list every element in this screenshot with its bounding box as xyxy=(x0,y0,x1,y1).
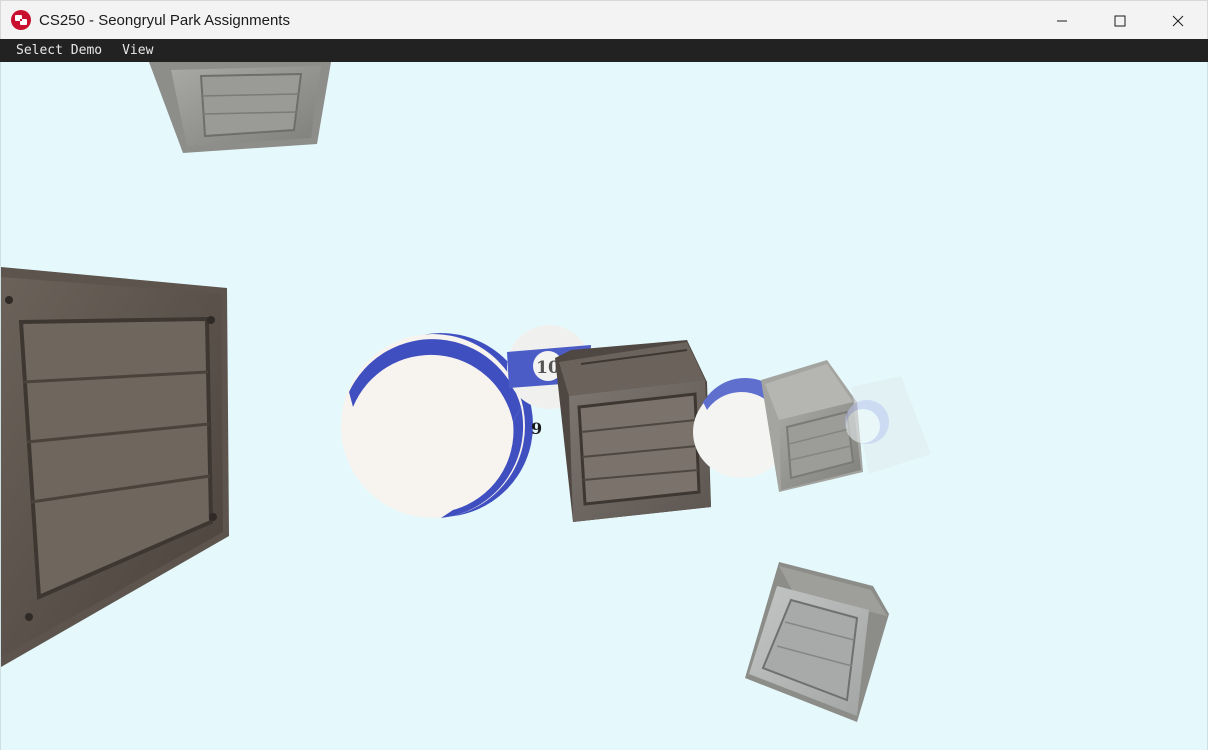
menu-view[interactable]: View xyxy=(114,39,161,62)
app-logo-icon xyxy=(11,10,31,30)
3d-scene: 9 10 xyxy=(1,62,931,722)
menu-select-demo[interactable]: Select Demo xyxy=(8,39,110,62)
crate-bottom xyxy=(745,562,889,722)
crate-large-left xyxy=(1,267,229,667)
minimize-icon xyxy=(1057,20,1067,21)
window-title: CS250 - Seongryul Park Assignments xyxy=(39,11,290,29)
maximize-button[interactable] xyxy=(1091,1,1149,40)
close-icon xyxy=(1172,15,1184,26)
minimize-button[interactable] xyxy=(1033,1,1091,40)
title-bar[interactable]: CS250 - Seongryul Park Assignments xyxy=(0,0,1208,39)
ball-9-number: 9 xyxy=(531,419,542,438)
close-button[interactable] xyxy=(1149,1,1207,40)
render-viewport[interactable]: 9 10 xyxy=(0,62,1208,750)
maximize-icon xyxy=(1114,15,1126,26)
crate-top xyxy=(149,62,331,153)
menu-bar: Select Demo View xyxy=(0,39,1208,62)
crate-center xyxy=(555,340,711,522)
